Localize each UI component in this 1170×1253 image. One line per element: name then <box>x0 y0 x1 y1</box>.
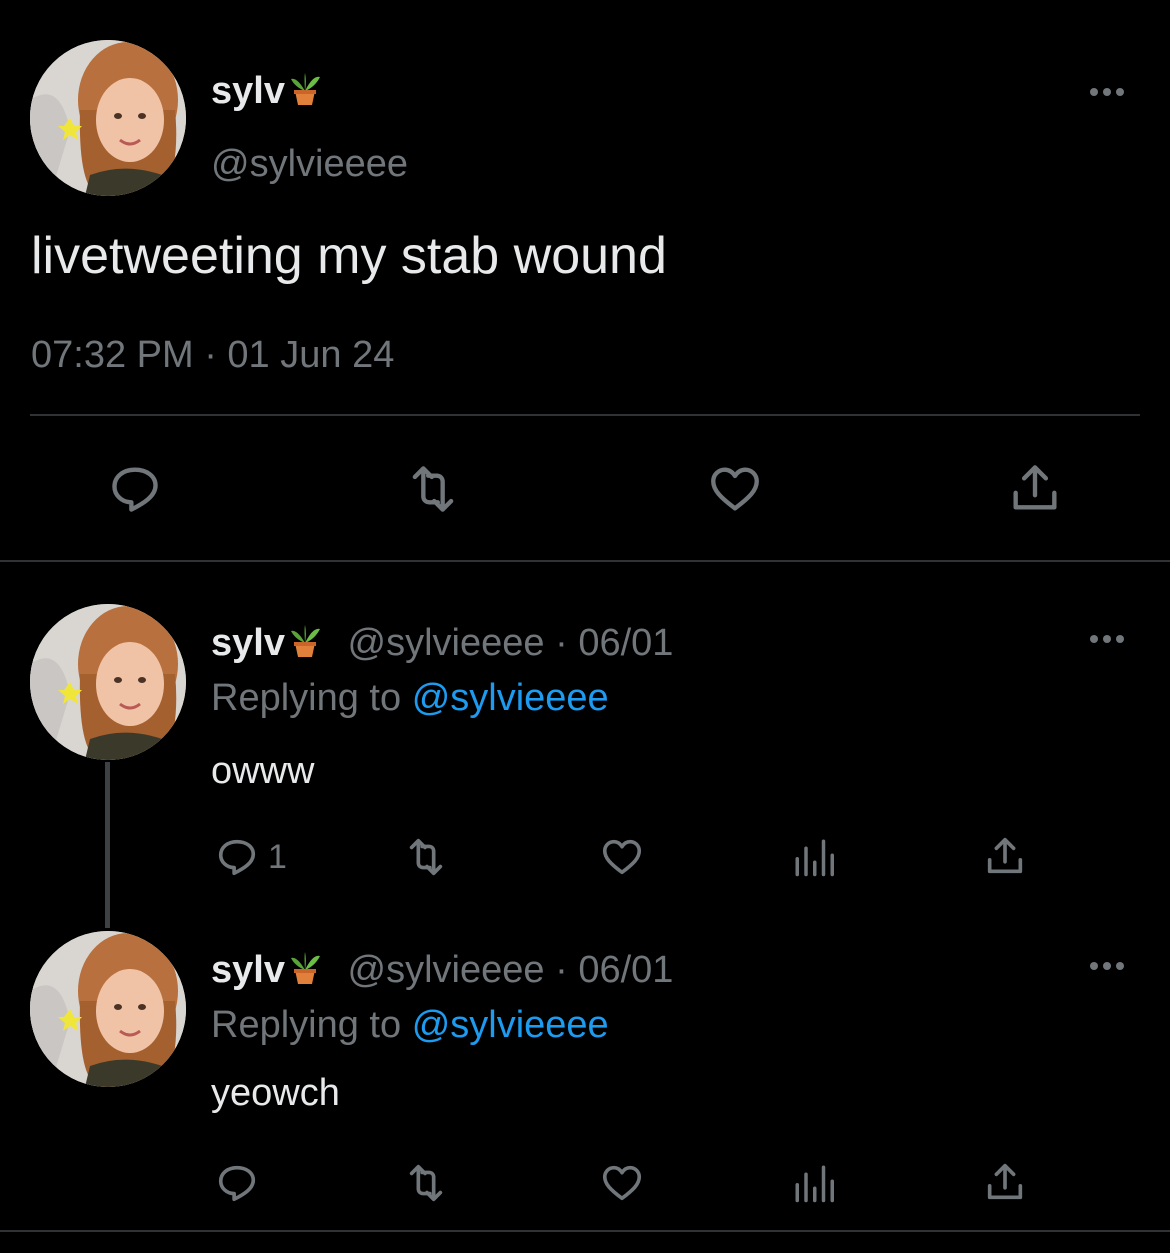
tweet-date[interactable]: 06/01 <box>578 949 673 991</box>
avatar[interactable] <box>30 604 186 760</box>
tweet-text: livetweeting my stab wound <box>31 227 667 285</box>
analytics-button[interactable] <box>792 836 834 878</box>
avatar[interactable] <box>30 931 186 1087</box>
replying-to-label: Replying to <box>211 1004 402 1046</box>
more-options-icon[interactable] <box>1088 86 1126 98</box>
reply-count: 1 <box>268 837 287 876</box>
reply-button[interactable] <box>106 460 164 518</box>
tweet-timestamp: 07:32 PM · 01 Jun 24 <box>31 334 395 376</box>
share-button[interactable] <box>982 832 1028 880</box>
section-divider <box>0 560 1170 562</box>
like-button[interactable] <box>597 1160 647 1206</box>
like-icon <box>602 839 642 875</box>
share-icon <box>1013 465 1057 510</box>
tweet-text: owww <box>211 750 315 792</box>
replying-to-handle[interactable]: @sylvieeee <box>412 677 609 719</box>
user-handle[interactable]: @sylvieeee <box>348 949 545 991</box>
share-icon <box>987 837 1023 874</box>
share-button[interactable] <box>1006 458 1064 518</box>
separator: · <box>555 622 568 664</box>
avatar[interactable] <box>30 40 186 196</box>
reply-icon <box>218 1165 256 1202</box>
retweet-icon <box>412 466 454 512</box>
user-handle[interactable]: @sylvieeee <box>211 143 408 186</box>
retweet-button[interactable] <box>402 460 464 518</box>
potted-plant-emoji-icon <box>287 950 323 986</box>
tweet-date[interactable]: 06/01 <box>578 622 673 664</box>
share-icon <box>987 1163 1023 1200</box>
reply-icon <box>218 839 256 876</box>
retweet-button[interactable] <box>400 1160 452 1206</box>
reply-button[interactable] <box>214 1160 260 1206</box>
replying-to-handle[interactable]: @sylvieeee <box>412 1004 609 1046</box>
analytics-icon <box>795 1165 834 1203</box>
separator: · <box>555 949 568 991</box>
tweet-text: yeowch <box>211 1072 340 1114</box>
display-name[interactable]: sylv <box>211 70 285 112</box>
display-name[interactable]: sylv <box>211 949 285 991</box>
bottom-divider <box>0 1230 1170 1232</box>
analytics-icon <box>795 839 834 877</box>
retweet-icon <box>409 838 443 876</box>
like-icon <box>711 467 759 511</box>
user-handle[interactable]: @sylvieeee <box>348 622 545 664</box>
display-name[interactable]: sylv <box>211 622 285 664</box>
more-options-icon[interactable] <box>1088 633 1126 645</box>
potted-plant-emoji-icon <box>287 623 323 659</box>
retweet-icon <box>409 1164 443 1202</box>
divider <box>30 414 1140 416</box>
like-icon <box>602 1165 642 1201</box>
reply-icon <box>112 467 158 512</box>
share-button[interactable] <box>982 1158 1028 1206</box>
like-button[interactable] <box>705 460 765 518</box>
reply-button[interactable]: 1 <box>214 834 287 880</box>
analytics-button[interactable] <box>792 1162 834 1204</box>
potted-plant-emoji-icon <box>287 71 323 107</box>
thread-line <box>105 762 110 928</box>
like-button[interactable] <box>597 834 647 880</box>
more-options-icon[interactable] <box>1088 960 1126 972</box>
replying-to-label: Replying to <box>211 677 402 719</box>
retweet-button[interactable] <box>400 834 452 880</box>
